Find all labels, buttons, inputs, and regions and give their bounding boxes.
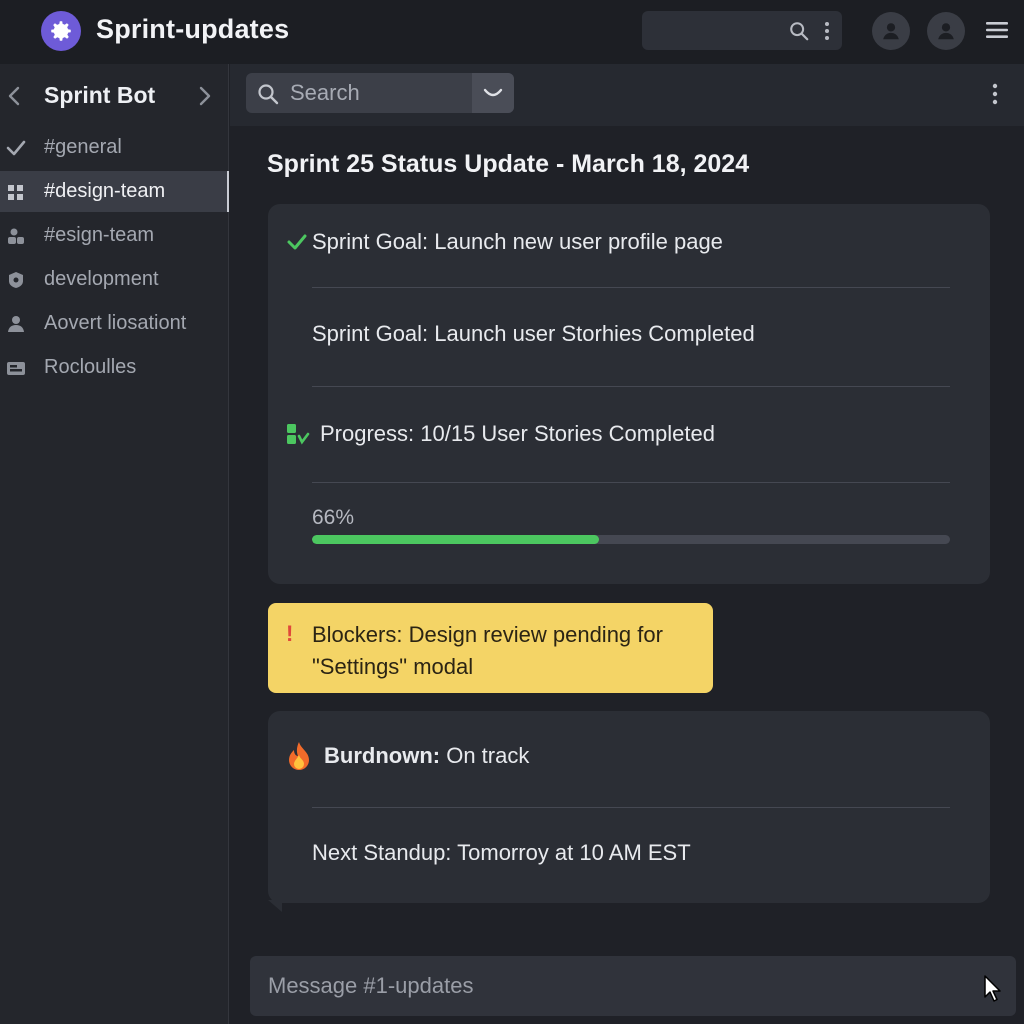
- burndown-row: Burdnown: On track: [324, 743, 962, 769]
- status-card: Sprint Goal: Launch new user profile pag…: [268, 204, 990, 584]
- channel-label: #general: [44, 136, 122, 158]
- people-icon: [6, 226, 26, 246]
- chevron-right-icon[interactable]: [197, 85, 213, 112]
- sprint-goal-summary: Sprint Goal: Launch user Storhies Comple…: [312, 321, 755, 346]
- burndown-label: Burdnown:: [324, 743, 441, 768]
- divider: [312, 386, 950, 387]
- shield-icon: [6, 270, 26, 290]
- bot-name: Sprint Bot: [44, 82, 156, 108]
- burndown-value: On track: [440, 743, 530, 768]
- divider: [312, 807, 950, 808]
- more-vertical-icon[interactable]: [824, 20, 830, 47]
- progress-percent: 66%: [312, 506, 355, 529]
- channel-development[interactable]: development: [0, 259, 229, 300]
- divider: [312, 287, 950, 288]
- check-icon: [286, 231, 308, 258]
- user-icon: [883, 23, 899, 40]
- channel-design-team[interactable]: #design-team: [0, 171, 229, 212]
- app-title: Sprint-updates: [96, 14, 290, 44]
- top-search-field[interactable]: [642, 11, 842, 50]
- channel-esign-team[interactable]: #esign-team: [0, 215, 229, 256]
- search-icon: [256, 82, 280, 111]
- channel-rocloulles[interactable]: Rocloulles: [0, 347, 229, 388]
- avatar[interactable]: [927, 12, 965, 50]
- sprint-goal: Sprint Goal: Launch new user profile pag…: [312, 229, 723, 254]
- exclamation-icon: !: [286, 621, 294, 646]
- next-standup: Next Standup: Tomorroy at 10 AM EST: [312, 840, 691, 865]
- top-bar: Sprint-updates: [0, 0, 1024, 64]
- message-composer[interactable]: [250, 956, 1016, 1016]
- check-icon: [6, 138, 26, 158]
- menu-icon[interactable]: [985, 20, 1009, 45]
- burndown-card: Burdnown: On track Next Standup: Tomorro…: [268, 711, 990, 903]
- post-title: Sprint 25 Status Update - March 18, 2024: [267, 150, 750, 178]
- inbox-icon: [6, 358, 26, 378]
- sidebar: Sprint Bot #general #design-team #esign-…: [0, 64, 229, 1024]
- channel-label: development: [44, 268, 159, 290]
- mouse-cursor-icon: [983, 975, 1003, 1008]
- grid-icon: [6, 182, 26, 202]
- channel-label: Rocloulles: [44, 356, 137, 378]
- fire-icon: [286, 741, 312, 776]
- channel-label: #esign-team: [44, 224, 155, 246]
- user-icon: [6, 314, 26, 334]
- message-tail: [268, 900, 282, 912]
- chevron-left-icon[interactable]: [6, 85, 22, 112]
- sidebar-header: Sprint Bot: [0, 64, 229, 128]
- avatar[interactable]: [872, 12, 910, 50]
- search-icon[interactable]: [788, 20, 810, 47]
- progress-bar-fill: [312, 535, 600, 544]
- progress-bar: [312, 535, 950, 544]
- blocker-callout: ! Blockers: Design review pending for "S…: [268, 603, 713, 693]
- channel-label: #design-team: [44, 180, 166, 202]
- progress-text: Progress: 10/15 User Stories Completed: [320, 421, 715, 446]
- divider: [312, 482, 950, 483]
- search-options-icon[interactable]: [472, 73, 514, 113]
- channel-label: Aovert liosationt: [44, 312, 187, 334]
- main-panel: Sprint 25 Status Update - March 18, 2024…: [230, 64, 1024, 1024]
- channel-general[interactable]: #general: [0, 127, 229, 168]
- user-icon: [938, 23, 954, 40]
- message-input[interactable]: [268, 968, 968, 1004]
- search-field[interactable]: [246, 73, 514, 113]
- progress-icon: [286, 422, 310, 451]
- gear-icon[interactable]: [41, 11, 81, 51]
- search-input[interactable]: [290, 77, 470, 109]
- channel-header: [230, 64, 1024, 126]
- more-vertical-icon[interactable]: [992, 82, 998, 111]
- channel-aovert-liosationt[interactable]: Aovert liosationt: [0, 303, 229, 344]
- blocker-text: Blockers: Design review pending for "Set…: [312, 622, 663, 679]
